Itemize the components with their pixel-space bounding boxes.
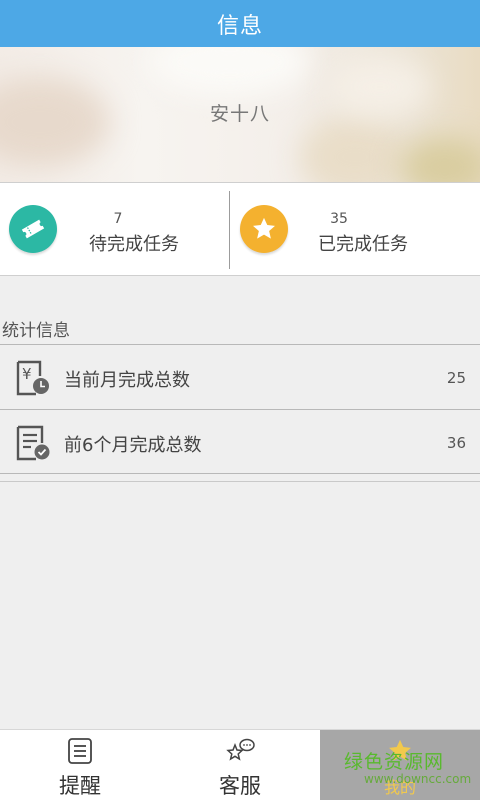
completed-label: 已完成任务: [318, 234, 408, 255]
section-title: 统计信息: [2, 321, 70, 341]
stat-value: 36: [446, 434, 466, 452]
divider: [0, 481, 480, 482]
stats-list: ¥ 当前月完成总数 25 前6个月完成总数 36: [0, 344, 480, 474]
tab-remind[interactable]: 提醒: [0, 730, 160, 800]
stat-row-six-months[interactable]: 前6个月完成总数 36: [0, 409, 480, 474]
yen-clock-icon: ¥: [15, 360, 51, 396]
list-icon: [66, 737, 94, 765]
tab-label: 我的: [383, 778, 416, 797]
pending-tasks[interactable]: 7 待完成任务: [0, 183, 230, 276]
divider: [229, 191, 230, 269]
profile-banner: 安十八: [0, 47, 480, 182]
stat-label: 前6个月完成总数: [64, 435, 202, 456]
stat-row-current-month[interactable]: ¥ 当前月完成总数 25: [0, 344, 480, 409]
document-check-icon: [15, 425, 51, 461]
completed-count: 35: [330, 211, 348, 227]
page-title: 信息: [216, 13, 263, 39]
app-header: 信息: [0, 0, 480, 47]
completed-tasks[interactable]: 35 已完成任务: [231, 183, 480, 276]
svg-text:¥: ¥: [22, 365, 32, 383]
stat-label: 当前月完成总数: [64, 370, 190, 391]
chat-star-icon: [226, 737, 255, 765]
task-summary: 7 待完成任务 35 已完成任务: [0, 182, 480, 276]
star-icon: [386, 737, 414, 765]
tab-label: 提醒: [59, 774, 101, 798]
bottom-tab-bar: 提醒 客服 我的: [0, 729, 480, 800]
tab-service[interactable]: 客服: [160, 730, 320, 800]
tab-mine[interactable]: 我的: [320, 730, 480, 800]
ticket-icon: [9, 205, 57, 253]
pending-count: 7: [113, 211, 123, 227]
pending-label: 待完成任务: [89, 234, 179, 255]
star-icon: [240, 205, 288, 253]
user-name: 安十八: [209, 103, 270, 125]
tab-label: 客服: [219, 774, 261, 798]
stat-value: 25: [446, 369, 466, 387]
